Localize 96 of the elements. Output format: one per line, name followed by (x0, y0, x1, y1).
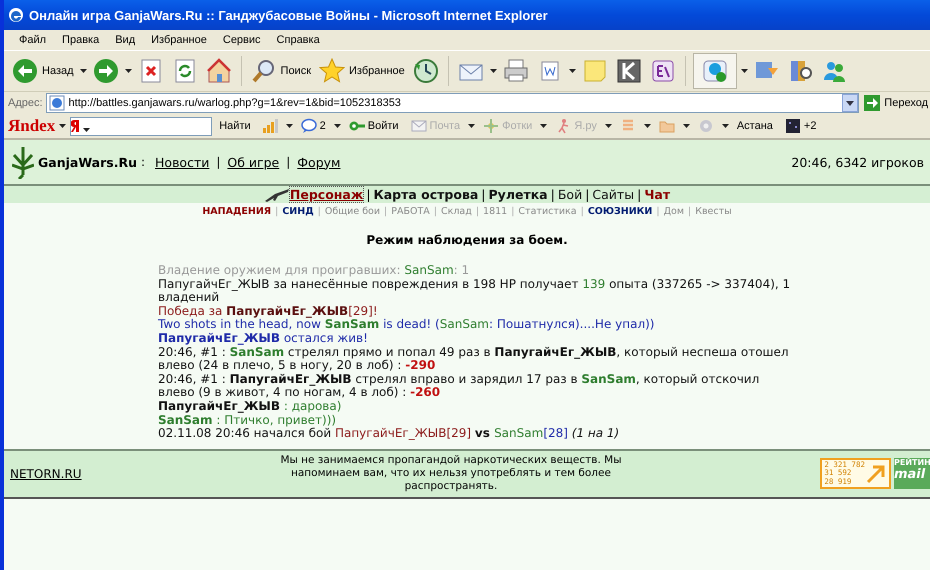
nav-link[interactable]: Персонаж (290, 187, 364, 202)
toolbar-button[interactable]: Назад (10, 56, 76, 86)
page-heading: Режим наблюдения за боем. (365, 233, 569, 247)
go-button[interactable]: Переход (862, 95, 930, 111)
search-button[interactable]: Найти (216, 120, 254, 132)
divider-text: | (656, 206, 660, 216)
menu-item[interactable]: Избранное (144, 34, 214, 46)
disclaimer-text: Мы не занимаемся пропагандой наркотических веществ. Мы напоминаем вам, что их нельзя употреблять и тем более распространять. (279, 454, 622, 494)
history-icon (412, 58, 439, 84)
night-sky-icon (784, 118, 801, 134)
letter-box-icon (616, 58, 642, 84)
separator-text: : (140, 155, 146, 169)
footer-link[interactable]: NETORN.RU (10, 466, 82, 481)
caret-icon[interactable] (740, 69, 748, 73)
skype-phone-icon (702, 58, 728, 84)
nav-link[interactable]: Карта острова (374, 187, 478, 202)
nav-link[interactable]: Об игре (227, 154, 280, 170)
nav-link[interactable]: Новости (155, 154, 210, 170)
divider-text: | (384, 206, 388, 216)
rating-brand: mail (894, 467, 926, 482)
menu-item[interactable]: Вид (108, 34, 142, 46)
divider-text: | (511, 206, 514, 216)
printer-icon (502, 58, 529, 84)
envelope-icon (410, 118, 427, 134)
address-field[interactable]: http://battles.ganjawars.ru/warlog.php?g=1&rev=1&bid=1052318353 (46, 93, 860, 113)
nav-link[interactable]: Чат (644, 187, 670, 202)
divider-text: | (481, 187, 486, 202)
log-line: ПапугайчЕг_ЖЫВ за нанесённые повреждения в 198 HP получает 139 опыта (337265 -> 337404), 1 владений (158, 278, 792, 305)
online-status: 20:46, 6342 игроков (791, 154, 924, 170)
divider-text: | (286, 155, 290, 169)
nav-link[interactable]: Бой (558, 187, 582, 202)
toolbar-button[interactable]: Астана (732, 120, 777, 132)
caret-icon[interactable] (334, 124, 341, 128)
flower-icon (483, 118, 500, 134)
divider-text: | (366, 187, 371, 202)
toolbar-button[interactable]: Избранное (317, 56, 407, 86)
browser-icon (8, 7, 24, 23)
search-field[interactable] (70, 116, 212, 136)
divider-text: | (585, 187, 590, 202)
speech-bubble-icon (300, 118, 317, 134)
menu-item[interactable]: Справка (270, 34, 327, 46)
log-line: ПапугайчЕг_ЖЫВ остался жив! (158, 332, 369, 346)
menu-item[interactable]: Правка (55, 34, 106, 46)
log-line: 20:46, #1 : SanSam стрелял прямо и попал 49 раз в ПапугайчЕг_ЖЫВ, который неспеша отошел влево (24 в плечо, 5 в ногу, 20 в лоб) : -290 (158, 346, 790, 373)
note-icon (582, 58, 608, 84)
nav-link[interactable]: Сайты (592, 187, 634, 202)
toolbar-button[interactable]: Поиск (248, 56, 314, 86)
divider-text: | (550, 187, 555, 202)
arrow-icon (864, 462, 887, 485)
home-icon (206, 58, 232, 84)
log-line: Владение оружием для проигравших: SanSam: 1 (158, 264, 470, 278)
rifle-icon (264, 188, 290, 202)
divider-text: | (318, 206, 321, 216)
nav-link[interactable]: Рулетка (488, 187, 548, 202)
magnifier-icon (250, 58, 277, 84)
caret-icon[interactable] (490, 69, 497, 73)
signal-bars-icon (262, 118, 278, 134)
divider-text: | (434, 206, 437, 216)
caret-icon[interactable] (80, 69, 87, 73)
nav-link[interactable]: НАПАДЕНИЯ (202, 206, 272, 216)
address-label: Адрес: (8, 97, 43, 109)
nav-link[interactable]: СОЮЗНИКИ (588, 206, 652, 216)
dropdown-icon[interactable] (842, 94, 858, 112)
divider-text: | (216, 155, 220, 169)
dictionary-icon (650, 58, 676, 84)
cannabis-leaf-icon (12, 145, 34, 179)
divider-text: | (275, 206, 278, 216)
menu-item[interactable]: Сервис (216, 34, 268, 46)
divider-text: | (688, 206, 692, 216)
log-line: Two shots in the head, now SanSam is dead! (SanSam: Пошатнулся)....Не упал)) (158, 318, 656, 332)
yandex-icon (71, 119, 92, 133)
window-title: Онлайн игра GanjaWars.Ru :: Ганджубасовые Войны - Microsoft Internet Explorer (29, 8, 548, 22)
toolbar-button[interactable]: 2 (296, 118, 330, 134)
nav-link[interactable]: СИНД (282, 206, 314, 216)
toolbar-button[interactable]: Войти (344, 118, 403, 134)
settings-icon (698, 118, 714, 134)
menu-item[interactable]: Файл (12, 34, 54, 46)
yandex-logo[interactable]: Яndex (8, 116, 56, 136)
log-line: SanSam : Птичко, привет))) (158, 414, 338, 428)
log-line: Победа за ПапугайчЕг_ЖЫВ[29]! (158, 304, 379, 318)
caret-icon[interactable] (124, 69, 132, 73)
log-line: 02.11.08 20:46 начался бой ПапугайчЕг_ЖЫВ[29] vs SanSam[28] (1 на 1) (158, 427, 620, 441)
log-line: ПапугайчЕг_ЖЫВ : дарова) (158, 400, 342, 414)
divider-text: | (580, 206, 584, 216)
caret-icon[interactable] (568, 69, 576, 73)
page-icon (48, 95, 65, 111)
site-name: GanjaWars.Ru (38, 154, 137, 170)
arrow-icon (864, 95, 880, 111)
star-icon (319, 58, 346, 84)
divider-text: | (476, 206, 480, 216)
caret-icon[interactable] (286, 124, 293, 128)
nav-link[interactable]: Форум (297, 154, 340, 170)
caret-icon[interactable] (59, 124, 66, 128)
log-line: 20:46, #1 : ПапугайчЕг_ЖЫВ стрелял вправо и зарядил 17 раз в SanSam, который отскочил влево (9 в живот, 4 по ногам, 4 в лоб) : -260 (158, 372, 760, 400)
toolbar-button[interactable]: +2 (780, 118, 820, 134)
divider-text: | (637, 187, 642, 202)
